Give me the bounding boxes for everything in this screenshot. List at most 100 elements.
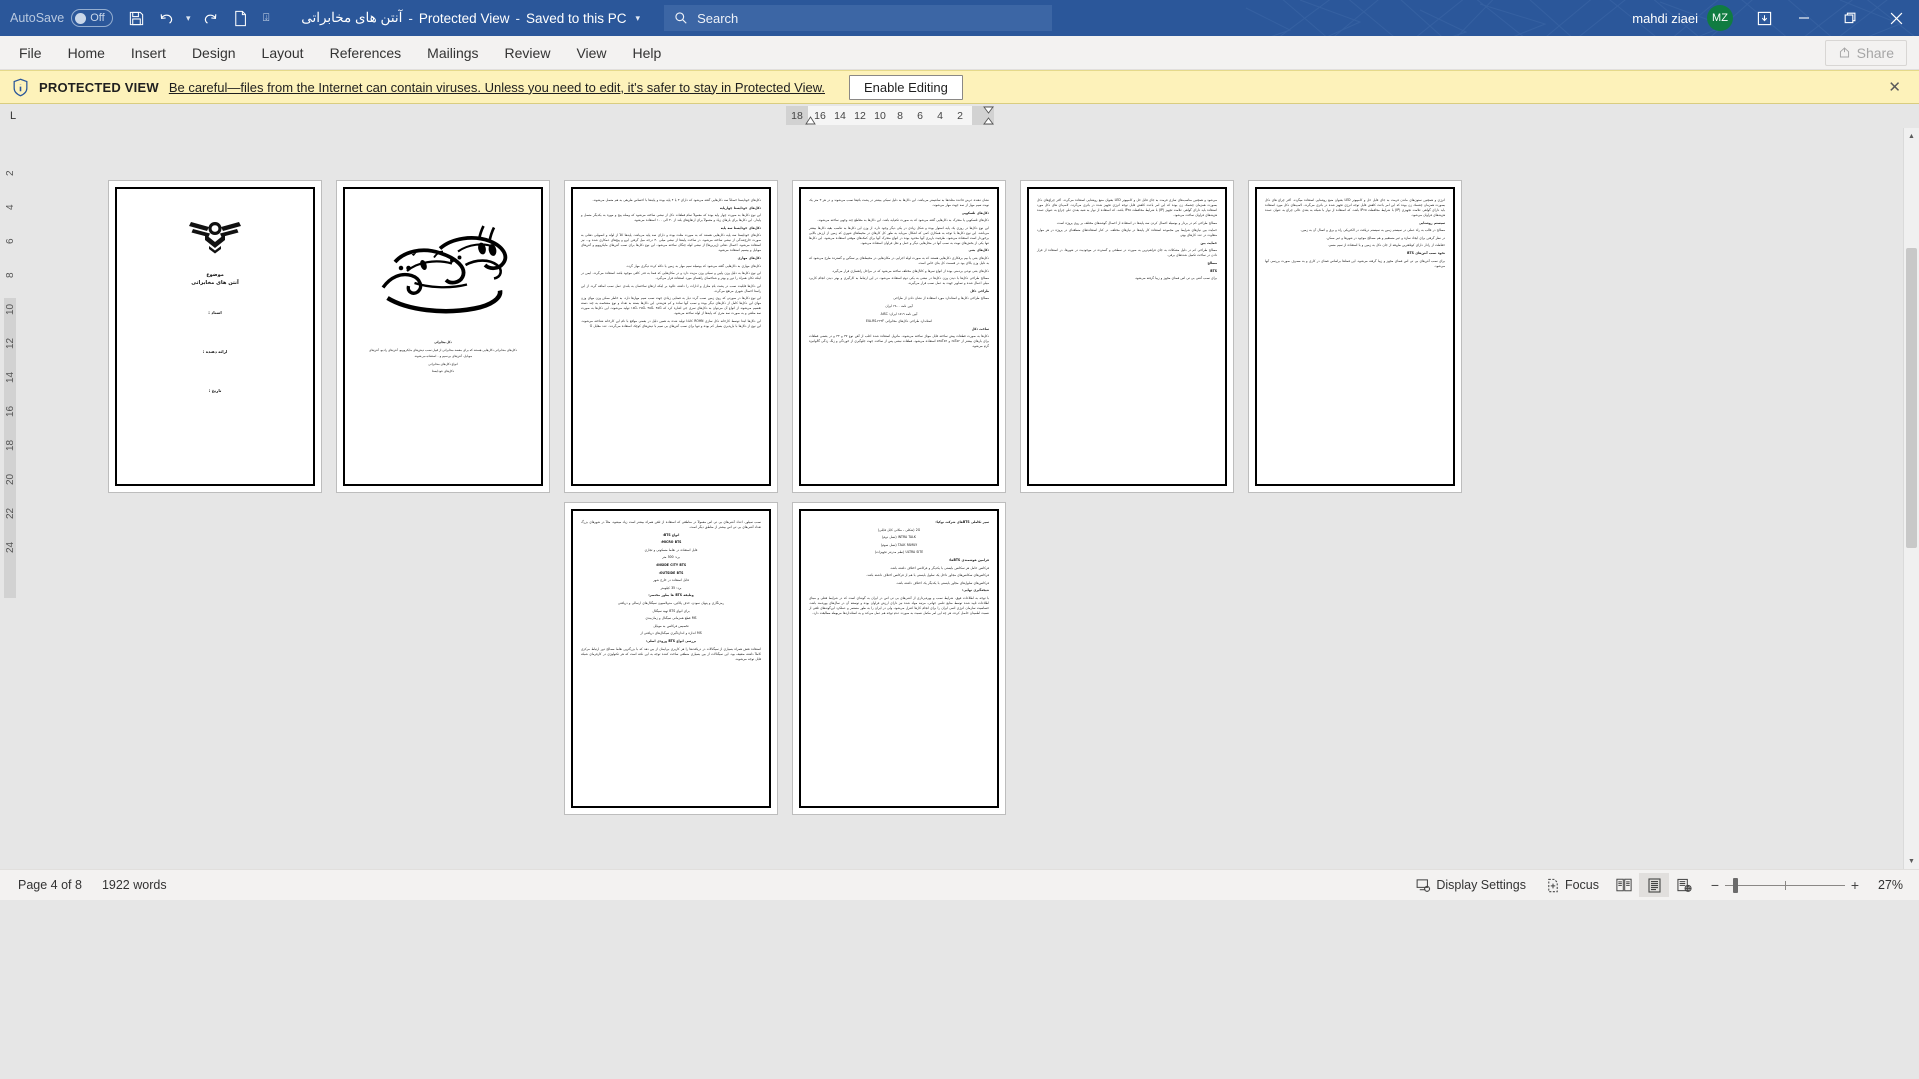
save-status: Saved to this PC: [525, 10, 627, 26]
document-page-1[interactable]: موضوع آنتن های مخابراتی استاد : ارائه ده…: [109, 181, 321, 492]
scroll-down-arrow-icon[interactable]: ▼: [1904, 853, 1919, 869]
redo-icon[interactable]: [195, 3, 225, 33]
ruler-tick-6: 6: [917, 109, 923, 122]
tab-help[interactable]: Help: [620, 36, 675, 70]
vruler-tick-10: 10: [4, 303, 16, 315]
page7-line-17: استفاده نقش همراه بسیاری از سیگنالات در …: [581, 646, 761, 661]
zoom-slider-track[interactable]: [1725, 877, 1845, 893]
page7-line-12: برای انواع BTS تهیه سیگنال: [652, 608, 690, 613]
page4-line-9: طراحی دکل: [970, 288, 989, 293]
page8-line-5: ULTRA SITE (نظم مدرنتر تجهیزات): [874, 550, 924, 555]
page7-line-8: قابل استفاده در خارج شهر: [653, 578, 689, 583]
document-page-4[interactable]: نشان دهنده عرض قاعده مثلث‌ها به سانتیمتر…: [793, 181, 1005, 492]
tab-home[interactable]: Home: [55, 36, 118, 70]
page8-line-6: فرامین هوشمندی BTSها:: [948, 557, 989, 562]
page5-line-8: برای نصب آنتنی بی تی اس فضای مجهز و زیبا…: [1134, 276, 1217, 281]
vertical-ruler[interactable]: 2 4 6 8 10 12 14 16 18 20 22 24: [0, 128, 20, 869]
focus-mode-icon: [1548, 878, 1558, 892]
page-indicator[interactable]: Page 4 of 8: [8, 878, 92, 892]
page4-line-5: دکل‌های بتنی: [968, 248, 990, 253]
horizontal-ruler-row: L 18 16 14 12 10 8 6 4 2: [0, 104, 1919, 128]
ribbon-display-options-icon[interactable]: [1747, 0, 1781, 36]
web-layout-icon[interactable]: [1669, 873, 1699, 897]
vruler-tick-8: 8: [4, 272, 16, 278]
restore-icon[interactable]: [1827, 0, 1873, 36]
page2-paragraph-3: دکل‌های خودایستا: [431, 369, 455, 373]
tab-mailings[interactable]: Mailings: [414, 36, 491, 70]
close-icon[interactable]: ✕: [1882, 78, 1907, 96]
user-name: mahdi ziaei: [1632, 10, 1698, 26]
document-page-2[interactable]: دکل مخابراتی دکل‌های مخابراتی دکل‌هایی ه…: [337, 181, 549, 492]
right-indent-marker-icon[interactable]: [983, 106, 994, 125]
page5-line-2: مصالح طراحی کم در بردار و بوسیله احصال ک…: [1056, 220, 1217, 225]
share-button[interactable]: Share: [1824, 39, 1907, 66]
protected-view-message[interactable]: Be careful—files from the Internet can c…: [169, 80, 825, 95]
display-settings-label: Display Settings: [1436, 878, 1526, 892]
tab-stop-selector-button[interactable]: L: [2, 105, 24, 127]
cover-subject-label: موضوع: [206, 272, 224, 278]
document-title-group[interactable]: آنتن های مخابراتی - Protected View - Sav…: [301, 10, 640, 26]
page6-line-2: سیستم روشنایی: [1419, 220, 1445, 225]
vertical-scrollbar-thumb[interactable]: [1906, 248, 1917, 548]
save-icon[interactable]: [121, 3, 151, 33]
document-name: آنتن های مخابراتی: [301, 10, 403, 25]
vruler-tick-6: 6: [4, 238, 16, 244]
tab-references[interactable]: References: [317, 36, 415, 70]
scroll-up-arrow-icon[interactable]: ▲: [1904, 128, 1919, 144]
zoom-slider-thumb[interactable]: [1733, 877, 1738, 893]
tab-layout[interactable]: Layout: [249, 36, 317, 70]
close-icon[interactable]: [1873, 0, 1919, 36]
read-mode-icon[interactable]: [1609, 873, 1639, 897]
undo-dropdown-caret-icon[interactable]: ▾: [181, 13, 195, 24]
display-settings-button[interactable]: Display Settings: [1406, 878, 1536, 893]
zoom-in-icon[interactable]: +: [1845, 877, 1865, 893]
avatar[interactable]: MZ: [1707, 5, 1733, 31]
page6-line-6: نحوه نصب آنتن‌های BTS: [1407, 250, 1445, 255]
zoom-out-icon[interactable]: −: [1705, 877, 1725, 893]
vruler-tick-4: 4: [4, 204, 16, 210]
enable-editing-button[interactable]: Enable Editing: [849, 74, 963, 100]
document-page-3[interactable]: دکل‌های خودایستا خصلتاً سه دکل‌هایی گفته…: [565, 181, 777, 492]
tab-review[interactable]: Review: [492, 36, 564, 70]
undo-icon[interactable]: [151, 3, 181, 33]
minimize-icon[interactable]: [1781, 0, 1827, 36]
page7-line-1: نصب سیلور، اعداد آنتنی‌های بی تی اس معمو…: [581, 520, 761, 529]
vertical-scrollbar[interactable]: ▲ ▼: [1903, 128, 1919, 869]
zoom-level[interactable]: 27%: [1871, 878, 1911, 892]
document-page-8[interactable]: سیر تکاملی BTSهای شرکت نوکیا: 2G (شکلی ـ…: [793, 503, 1005, 814]
autosave-switch[interactable]: Off: [71, 9, 114, 27]
page7-line-14: تخصیص فرکانس به موبایل: [653, 623, 689, 628]
new-document-icon[interactable]: [225, 3, 255, 33]
zoom-slider[interactable]: − +: [1705, 877, 1865, 893]
page7-body-text: نصب سیلور، اعداد آنتنی‌های بی تی اس معمو…: [581, 520, 761, 662]
ruler-tick-14: 14: [834, 109, 846, 122]
search-input[interactable]: Search: [664, 5, 1053, 31]
customize-quick-access-toolbar-icon[interactable]: ⍗: [255, 12, 277, 25]
tab-view[interactable]: View: [563, 36, 619, 70]
document-canvas[interactable]: 2 4 6 8 10 12 14 16 18 20 22 24 موضوع آن…: [0, 128, 1919, 869]
page3-line-10: این نوع دکل‌ها در صورتی که روی زمین نصب …: [581, 296, 761, 316]
word-count[interactable]: 1922 words: [92, 878, 177, 892]
page3-line-11: این دکل‌ها ابتدا توسط کارخانه دکل سازی R…: [581, 318, 761, 328]
ruler-tick-4: 4: [937, 109, 943, 122]
first-line-indent-marker-icon[interactable]: [805, 116, 816, 125]
tab-insert[interactable]: Insert: [118, 36, 179, 70]
tab-file[interactable]: File: [6, 36, 55, 70]
page4-line-14: ساخت دکل: [971, 326, 989, 331]
page4-line-10: مصالح طراحی دکل‌ها و استاندارد مورد استف…: [893, 296, 989, 301]
print-layout-icon[interactable]: [1639, 873, 1669, 897]
tab-design[interactable]: Design: [179, 36, 249, 70]
page4-line-4: این نوع دکل‌ها در روزی یک پایه استوار بو…: [809, 225, 989, 245]
page2-footer-text: دکل مخابراتی دکل‌های مخابراتی دکل‌هایی ه…: [353, 340, 533, 374]
page7-line-5: برد: 500 متر: [662, 555, 680, 560]
title-separator-1: -: [408, 10, 413, 26]
document-page-5[interactable]: می‌شود و همچنین مناسب‌های سازی فرمت به ج…: [1021, 181, 1233, 492]
chevron-down-icon[interactable]: ▾: [636, 13, 641, 24]
page7-line-11: رمزنگاری و پنهان نمودن، حذف پلاکین، مدول…: [617, 600, 724, 605]
focus-mode-button[interactable]: Focus: [1536, 878, 1609, 893]
document-page-7[interactable]: نصب سیلور، اعداد آنتنی‌های بی تی اس معمو…: [565, 503, 777, 814]
horizontal-ruler[interactable]: 18 16 14 12 10 8 6 4 2: [786, 106, 994, 125]
ruler-tick-2: 2: [957, 109, 963, 122]
autosave-toggle-group[interactable]: AutoSave Off: [10, 9, 114, 27]
document-page-6[interactable]: انرژی و همچنین ستون‌های ماندن فرمت به جا…: [1249, 181, 1461, 492]
